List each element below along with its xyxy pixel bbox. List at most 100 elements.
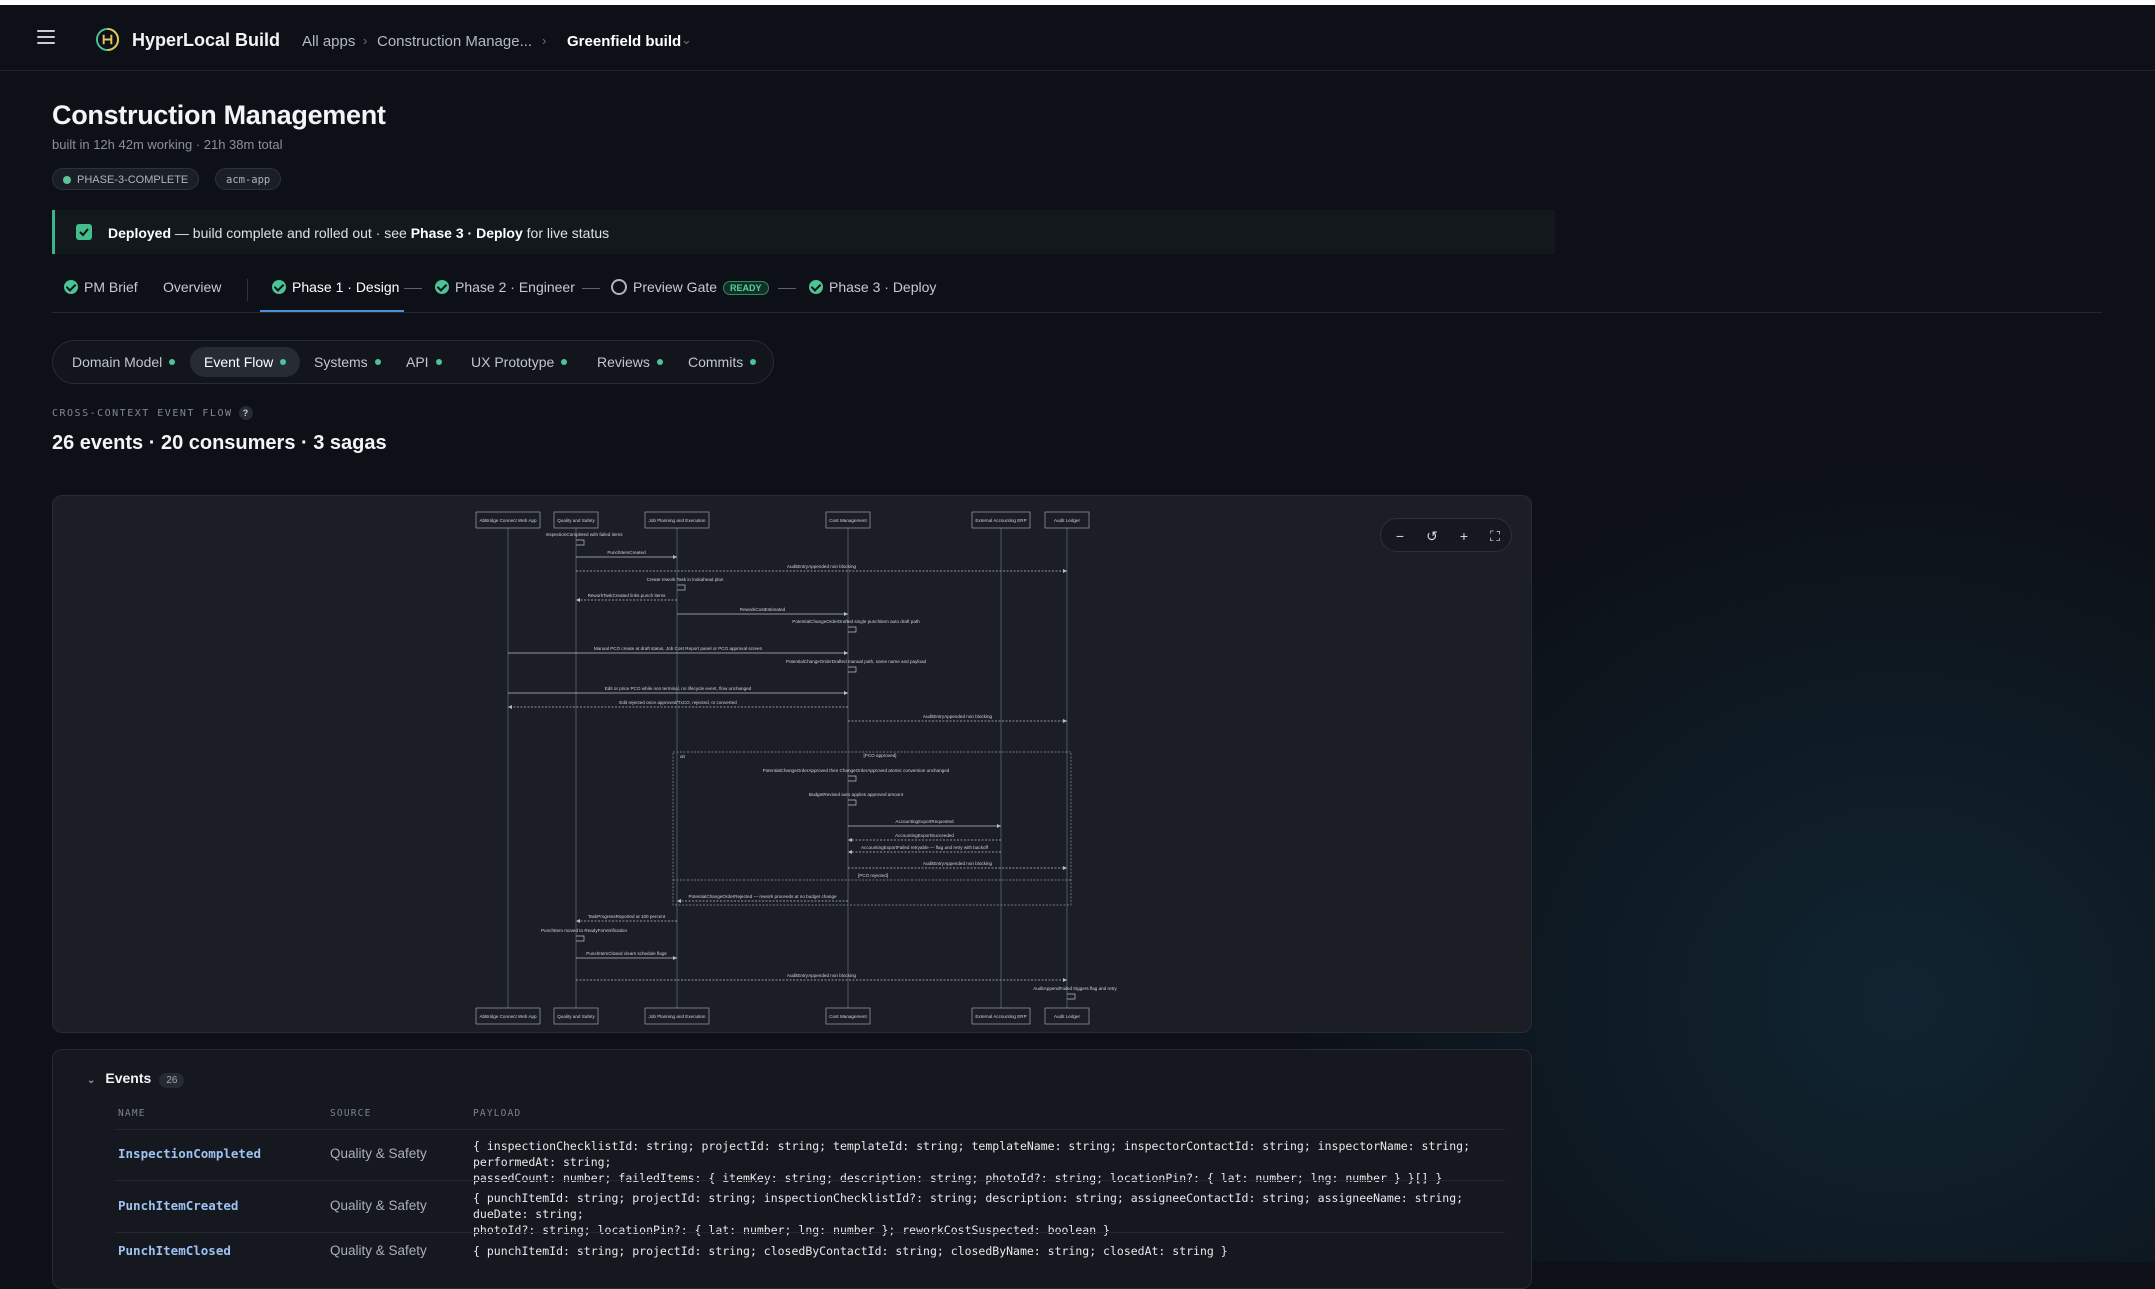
event-name[interactable]: PunchItemClosed [118,1243,231,1258]
event-name[interactable]: InspectionCompleted [118,1146,261,1161]
brand-name[interactable]: HyperLocal Build [132,30,280,51]
status-dot-icon [750,359,757,365]
breadcrumb-build[interactable]: Greenfield build [567,33,681,50]
tab-overview[interactable]: Overview [163,279,221,295]
banner-tail: for live status [522,225,610,241]
tab-label: Event Flow [204,354,274,370]
tab-label: Commits [688,354,744,370]
guard-label: [PCO rejected] [858,873,888,878]
arrow-head [576,598,580,602]
table-divider [115,1129,1505,1130]
arrow-head [576,919,580,923]
status-dot-icon [435,359,442,365]
tab-pm-brief[interactable]: PM Brief [64,279,138,295]
tab-event-flow[interactable]: Event Flow [190,347,301,377]
phase-nav: PM Brief Overview Phase 1 · Design Phase… [52,270,2102,313]
actor-label: Quality and Safety [557,518,595,523]
message-label: AccountingExportSucceeded [895,833,954,838]
arrow-head [997,824,1001,828]
message-label: AuditEntryAppended non blocking [923,861,993,866]
tab-phase-2-engineer[interactable]: Phase 2 · Engineer [435,279,575,295]
payload-line: { punchItemId: string; projectId: string… [473,1191,1464,1221]
event-name[interactable]: PunchItemCreated [118,1198,238,1213]
arrow-head [1063,978,1067,982]
chevron-down-icon[interactable]: ⌄ [681,32,692,48]
checkbox-check-icon [76,224,92,240]
events-toggle[interactable]: ⌄ Events 26 [87,1070,185,1088]
menu-icon[interactable] [37,30,55,44]
section-label: CROSS-CONTEXT EVENT FLOW? [52,406,253,420]
message-label: Manual PCO create at draft status, Job C… [594,646,763,651]
phase-connector [582,288,600,289]
arrow-head [1063,866,1067,870]
circle-icon [611,279,627,295]
zoom-in-button[interactable]: + [1453,525,1475,547]
arrow-head [844,612,848,616]
tab-phase-3-deploy[interactable]: Phase 3 · Deploy [809,279,936,295]
arrow-head [844,651,848,655]
tab-api[interactable]: API [392,347,456,377]
banner-strong: Deployed [108,225,172,241]
breadcrumb-all-apps[interactable]: All apps [302,33,355,50]
help-icon[interactable]: ? [238,406,253,420]
fullscreen-button[interactable]: ⛶ [1484,525,1506,547]
tab-label: PM Brief [84,279,138,295]
self-message-loop [1067,993,1076,1000]
tab-label: Reviews [597,354,650,370]
status-dot-icon [374,359,381,365]
tab-systems[interactable]: Systems [300,347,395,377]
actor-label: External Accounting ERP [975,1014,1026,1019]
table-row-divider [115,1232,1505,1233]
actor-label: AbBridge Connect Web App [479,518,537,523]
payload-line: photoId?: string; locationPin?: { lat: n… [473,1223,1110,1237]
arrow-head [677,899,681,903]
tab-phase-1-design[interactable]: Phase 1 · Design [272,279,399,295]
message-label: PunchItemClosed clears schedule flags [586,951,667,956]
self-message-loop [848,626,857,633]
tab-label: Phase 2 · Engineer [455,279,575,295]
events-panel: ⌄ Events 26 NAME SOURCE PAYLOAD Inspection… [52,1049,1532,1289]
event-source: Quality & Safety [330,1146,427,1161]
deploy-banner: Deployed — build complete and rolled out… [52,210,1555,254]
message-label: ReworkTaskCreated links punch items [588,593,667,598]
tab-label: API [406,354,429,370]
section-label-text: CROSS-CONTEXT EVENT FLOW [52,408,233,419]
arrow-head [848,838,852,842]
message-label: Edit or price PCO while non terminal, no… [605,686,752,691]
message-label: PotentialChangeOrderApproved then Change… [763,768,950,773]
message-label: PunchItemCreated [607,550,646,555]
alt-label: alt [680,754,686,759]
message-label: AccountingExportRequested [895,819,954,824]
breadcrumb-app[interactable]: Construction Manage... [377,33,532,50]
message-label: PotentialChangeOrderRejected — rework pr… [688,894,837,899]
tab-domain-model[interactable]: Domain Model [58,347,189,377]
reset-zoom-button[interactable]: ↺ [1421,525,1443,547]
event-stats: 26 events · 20 consumers · 3 sagas [52,432,387,454]
sequence-diagram-canvas: AbBridge Connect Web App Quality and Safe… [475,511,1117,1025]
banner-text: Deployed — build complete and rolled out… [108,225,609,241]
breadcrumb-separator: › [542,33,547,48]
tab-commits[interactable]: Commits [674,347,770,377]
actor-label: Job Planning and Execution [649,1014,706,1019]
arrow-head [1063,569,1067,573]
sequence-diagram[interactable]: AbBridge Connect Web App Quality and Safe… [52,495,1532,1033]
events-title: Events [105,1070,152,1086]
arrow-head [673,555,677,559]
tab-reviews[interactable]: Reviews [583,347,677,377]
arrow-head [1063,719,1067,723]
status-dot-icon [169,359,176,365]
self-message-loop [576,539,585,546]
tab-preview-gate[interactable]: Preview Gate READY [611,279,769,295]
message-label: InspectionCompleted with failed items [545,532,623,537]
zoom-out-button[interactable]: − [1389,525,1411,547]
breadcrumb-separator: › [363,33,368,48]
alt-fragment [672,751,1072,906]
status-dot-icon [280,359,287,365]
status-dot-icon [656,359,663,365]
message-label: AuditEntryAppended non blocking [787,973,857,978]
banner-link[interactable]: Phase 3 · Deploy [411,225,523,241]
divider [247,279,248,301]
hyperlocal-logo-icon [96,28,119,51]
tab-ux-prototype[interactable]: UX Prototype [457,347,581,377]
status-dot-icon [63,176,71,184]
